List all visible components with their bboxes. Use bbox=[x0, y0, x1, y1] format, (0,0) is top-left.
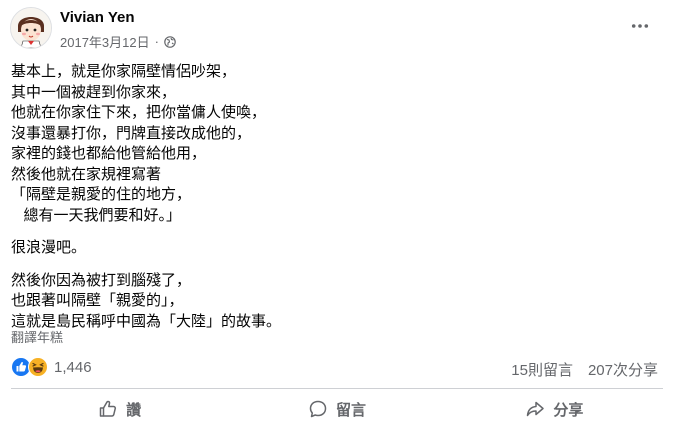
facebook-post: Vivian Yen 2017年3月12日 · 基本上，就是你家隔壁情侶吵架， … bbox=[0, 0, 674, 429]
more-dots-icon bbox=[631, 24, 649, 28]
post-paragraph: 很浪漫吧。 bbox=[11, 238, 651, 259]
comment-count-link[interactable]: 15則留言 bbox=[511, 359, 573, 380]
post-meta: 2017年3月12日 · bbox=[60, 32, 176, 51]
thumbs-up-icon bbox=[99, 400, 117, 417]
post-line: 也跟著叫隔壁「親愛的」， bbox=[11, 292, 184, 309]
comment-icon bbox=[309, 400, 327, 418]
see-translation-link[interactable]: 翻譯年糕 bbox=[11, 327, 63, 346]
share-icon bbox=[527, 401, 545, 417]
post-line: 其中一個被趕到你家來， bbox=[11, 83, 177, 101]
engagement-counts: 15則留言 207次分享 bbox=[511, 359, 658, 380]
post-line: 家裡的錢也都給他管給他用， bbox=[11, 145, 207, 162]
comment-button-label: 留言 bbox=[335, 401, 366, 419]
like-button[interactable]: 讚 bbox=[11, 392, 228, 426]
post-paragraph: 然後你因為被打到腦殘了， 也跟著叫隔壁「親愛的」， 這就是島民稱呼中國為「大陸」… bbox=[11, 271, 651, 333]
share-button[interactable]: 分享 bbox=[446, 392, 663, 426]
post-line: 他就在你家住下來，把你當傭人使喚， bbox=[11, 104, 267, 121]
globe-icon[interactable] bbox=[164, 35, 176, 48]
reactions-summary[interactable]: 1,446 bbox=[11, 357, 92, 377]
post-line: 很浪漫吧。 bbox=[11, 239, 87, 256]
post-line: 「隔壁是親愛的住的地方， bbox=[11, 186, 192, 203]
post-line: 基本上，就是你家隔壁情侶吵架， bbox=[11, 63, 237, 80]
share-button-label: 分享 bbox=[553, 401, 584, 419]
author-avatar[interactable] bbox=[10, 7, 52, 49]
action-divider bbox=[11, 388, 663, 389]
post-line: 然後你因為被打到腦殘了， bbox=[11, 271, 192, 289]
post-line: 這就是島民稱呼中國為「大陸」的故事。 bbox=[11, 312, 282, 330]
post-date[interactable]: 2017年3月12日 bbox=[60, 32, 150, 51]
like-button-label: 讚 bbox=[126, 401, 142, 419]
meta-separator: · bbox=[154, 34, 159, 49]
avatar-illustration bbox=[11, 8, 51, 48]
post-line: 沒事還暴打你，門牌直接改成他的， bbox=[11, 124, 252, 142]
more-options-button[interactable] bbox=[628, 14, 652, 38]
post-action-bar: 讚 留言 分享 bbox=[11, 392, 663, 426]
post-text: 基本上，就是你家隔壁情侶吵架， 其中一個被趕到你家來， 他就在你家住下來，把你當… bbox=[11, 62, 651, 344]
share-count-link[interactable]: 207次分享 bbox=[588, 359, 658, 380]
post-line: 然後他就在家規裡寫著 bbox=[11, 165, 162, 183]
haha-icon bbox=[28, 357, 48, 377]
author-name[interactable]: Vivian Yen bbox=[60, 9, 135, 26]
post-paragraph: 基本上，就是你家隔壁情侶吵架， 其中一個被趕到你家來， 他就在你家住下來，把你當… bbox=[11, 62, 651, 226]
reaction-count: 1,446 bbox=[54, 358, 92, 376]
post-line: 總有一天我們要和好。」 bbox=[11, 206, 182, 224]
comment-button[interactable]: 留言 bbox=[228, 392, 445, 426]
